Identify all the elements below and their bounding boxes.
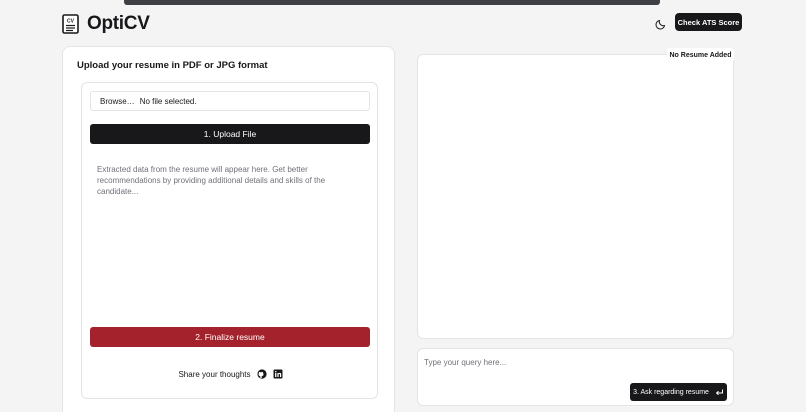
svg-text:CV: CV [67,19,75,25]
file-status: No file selected. [139,96,197,106]
github-icon[interactable] [256,369,267,379]
upload-card-title: Upload your resume in PDF or JPG format [77,60,268,71]
upload-inner-panel: Browse… No file selected. 1. Upload File… [81,82,378,399]
share-label: Share your thoughts [178,369,251,379]
extracted-data-area[interactable]: Extracted data from the resume will appe… [97,164,367,197]
query-box: 3. Ask regarding resume [417,348,734,406]
upload-file-button[interactable]: 1. Upload File [90,124,370,144]
file-input[interactable]: Browse… No file selected. [90,91,370,111]
no-resume-badge: No Resume Added [667,48,734,62]
enter-return-icon [715,389,723,395]
ask-resume-button[interactable]: 3. Ask regarding resume [630,383,727,401]
upload-card: Upload your resume in PDF or JPG format … [62,46,395,412]
finalize-resume-button[interactable]: 2. Finalize resume [90,327,370,347]
moon-icon[interactable] [655,18,667,30]
linkedin-icon[interactable] [273,369,283,379]
app-logo: CV OptiCV [62,13,150,35]
resume-document-icon: CV [62,14,79,34]
share-row: Share your thoughts [82,369,379,379]
app-title: OptiCV [87,13,150,34]
file-browse-button[interactable]: Browse… [100,97,135,106]
check-ats-score-button[interactable]: Check ATS Score [675,13,742,31]
resume-preview-panel [417,54,734,339]
ask-resume-label: 3. Ask regarding resume [633,388,709,396]
query-input[interactable] [424,355,724,369]
top-bar [124,0,660,5]
